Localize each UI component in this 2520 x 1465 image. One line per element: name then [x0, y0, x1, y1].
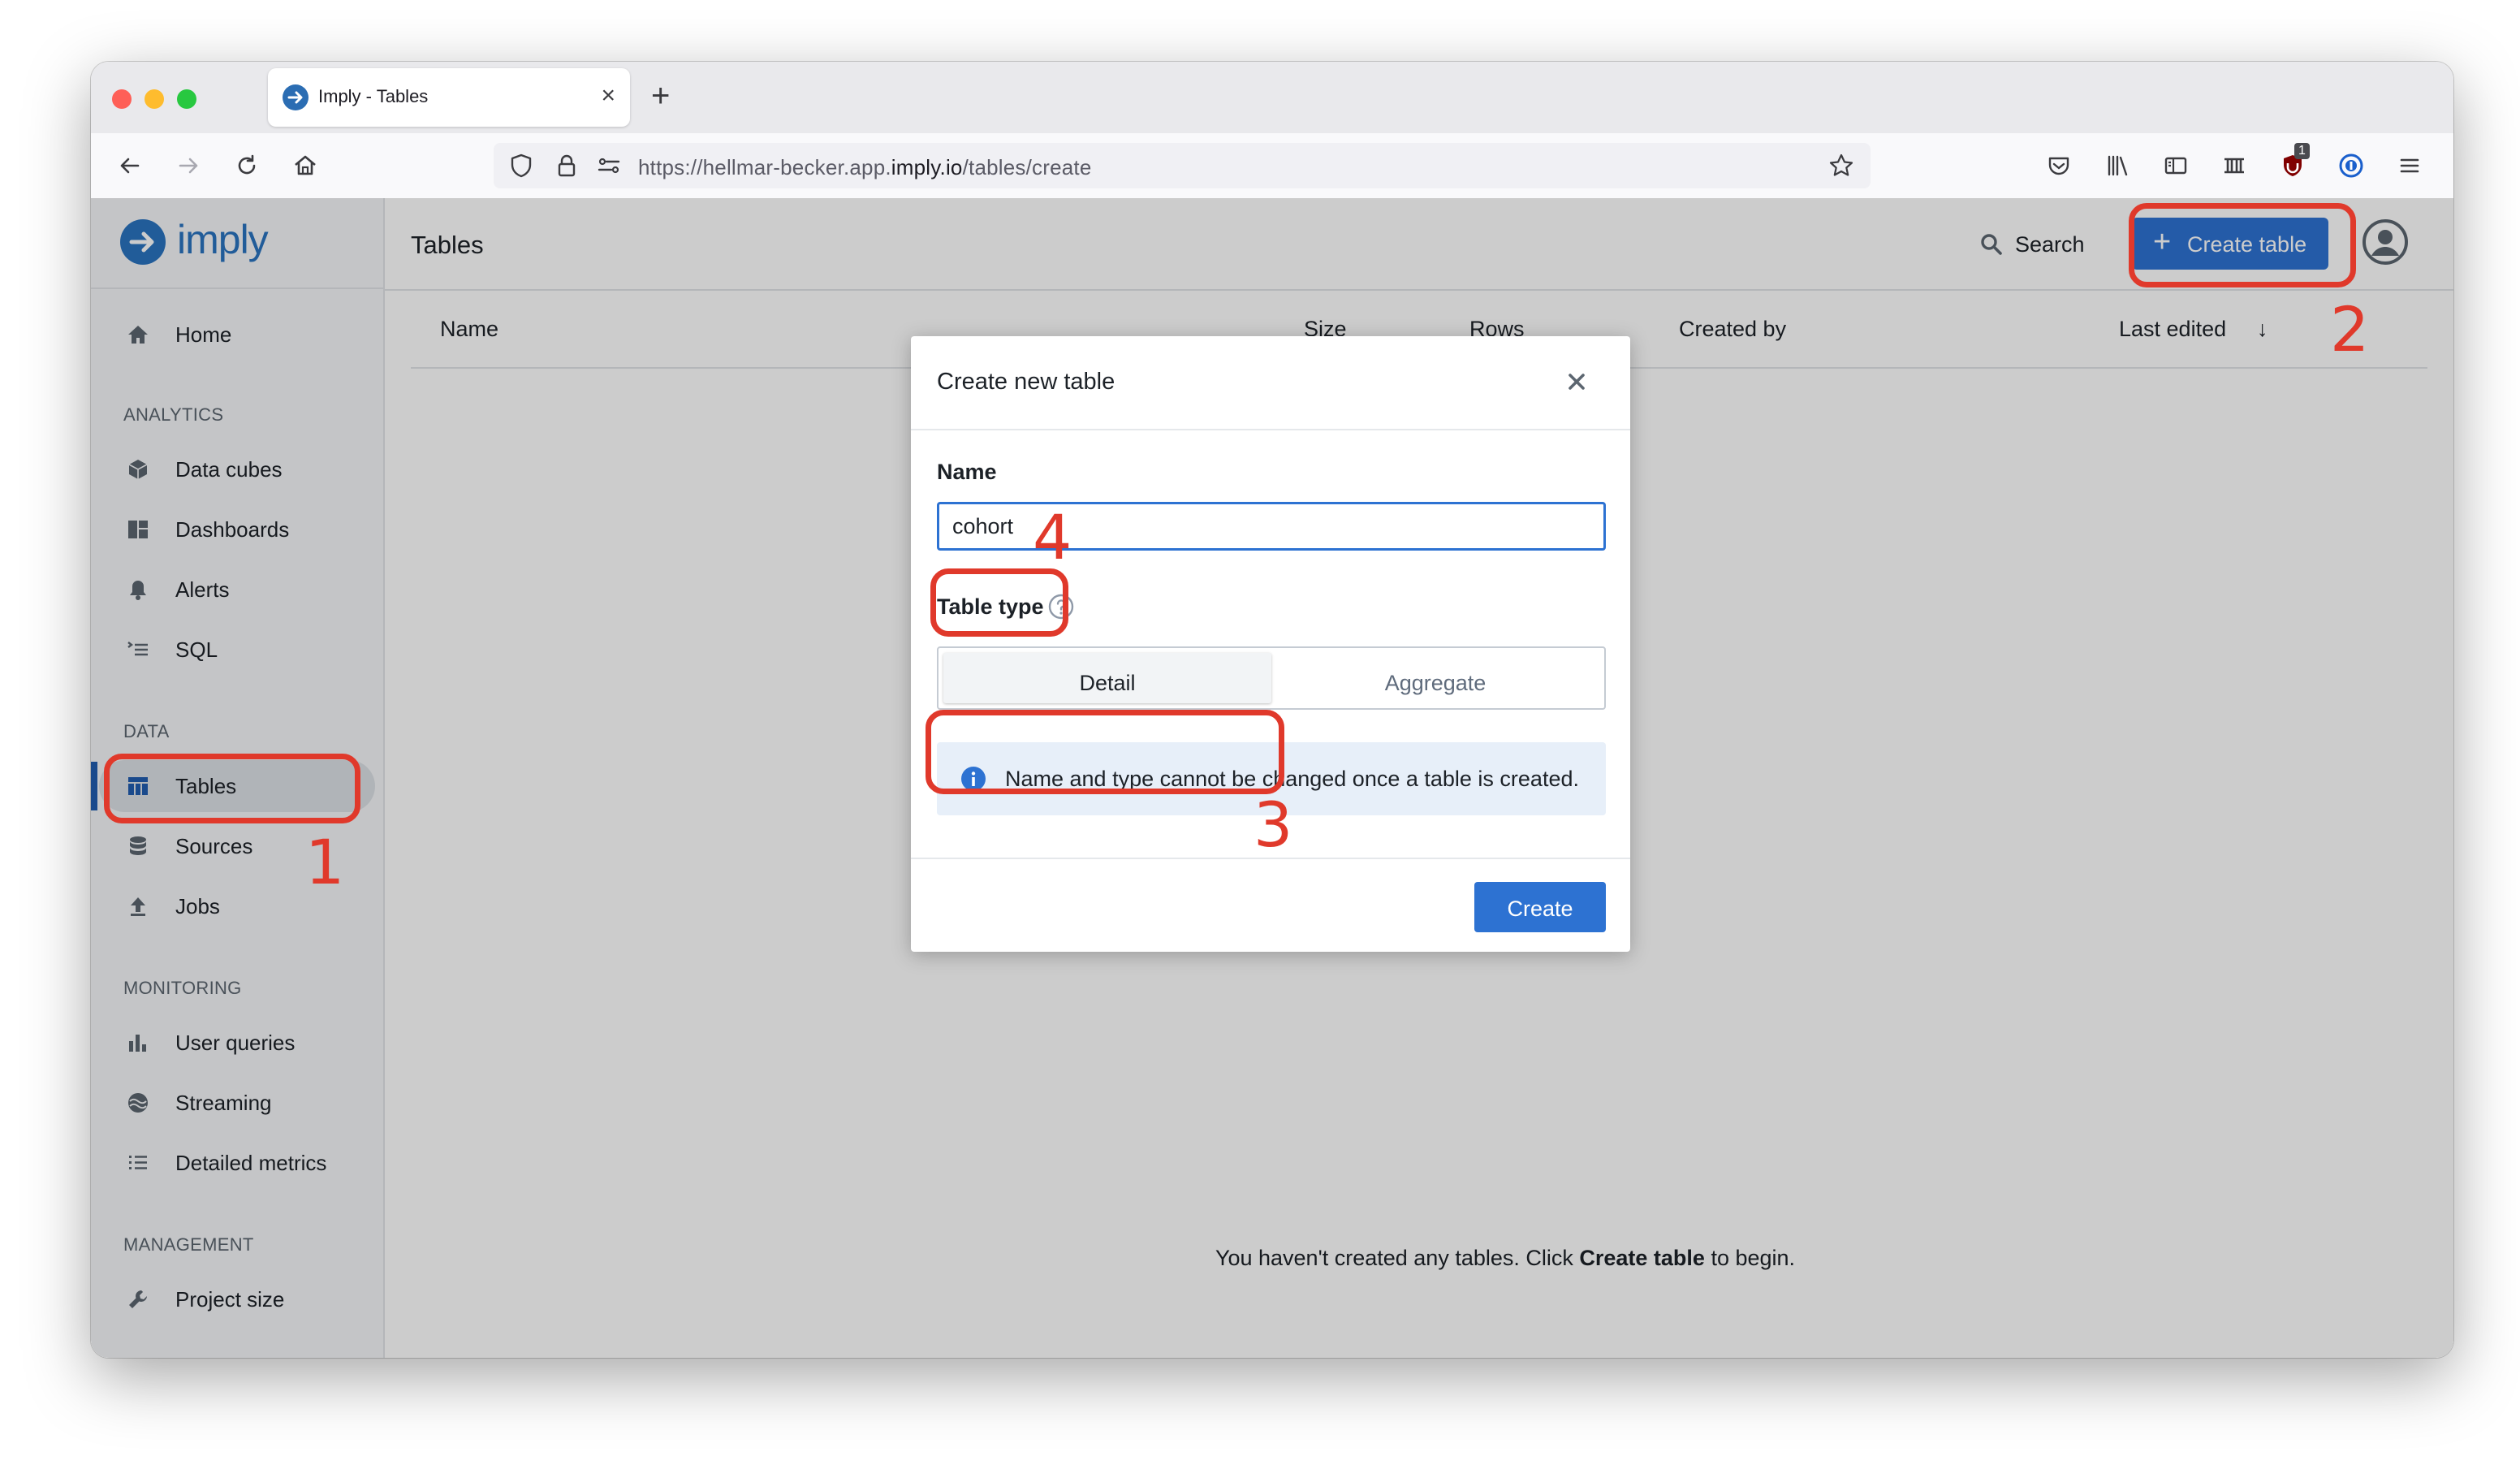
annotation-number-3: 3 — [1254, 789, 1293, 861]
annotation-box-name-input — [930, 568, 1068, 637]
home-icon[interactable] — [289, 149, 321, 182]
permissions-icon[interactable] — [593, 149, 625, 182]
forward-arrow-icon[interactable] — [172, 149, 205, 182]
lock-icon[interactable] — [550, 149, 583, 182]
browser-tab-bar: Imply - Tables × + — [91, 62, 2453, 133]
dialog-header: Create new table — [911, 336, 1630, 430]
name-field-label: Name — [937, 460, 997, 484]
hamburger-menu-icon[interactable] — [2393, 149, 2426, 182]
minimize-window-button[interactable] — [145, 89, 164, 109]
dialog-title: Create new table — [937, 369, 1115, 395]
extension-badge: 1 — [2294, 143, 2310, 159]
browser-toolbar: https://hellmar-becker.app.imply.io/tabl… — [91, 133, 2453, 199]
new-tab-icon[interactable]: + — [651, 76, 670, 115]
table-type-aggregate-option[interactable]: Aggregate — [1271, 653, 1599, 703]
annotation-number-1: 1 — [305, 826, 345, 898]
extension-grid-icon[interactable] — [2218, 149, 2250, 182]
create-button[interactable]: Create — [1474, 882, 1606, 932]
reload-icon[interactable] — [231, 149, 263, 182]
close-icon[interactable] — [1559, 364, 1594, 400]
table-type-segmented-control: Detail Aggregate — [937, 646, 1606, 710]
close-tab-icon[interactable]: × — [601, 81, 615, 110]
imply-favicon-icon — [283, 84, 309, 110]
annotation-box-detail-type — [926, 710, 1284, 794]
url-path: /tables/create — [962, 155, 1092, 179]
annotation-number-2: 2 — [2330, 293, 2370, 365]
url-host: imply.io — [891, 155, 963, 179]
table-type-detail-option[interactable]: Detail — [943, 653, 1271, 703]
back-arrow-icon[interactable] — [114, 149, 146, 182]
aggregate-option-label: Aggregate — [1384, 671, 1487, 695]
detail-option-label: Detail — [1079, 671, 1136, 695]
zoom-window-button[interactable] — [177, 89, 196, 109]
tracking-shield-icon[interactable] — [505, 149, 537, 182]
annotation-number-4: 4 — [1033, 501, 1072, 573]
password-manager-icon[interactable] — [2335, 149, 2367, 182]
address-bar[interactable]: https://hellmar-becker.app.imply.io/tabl… — [494, 143, 1871, 188]
annotation-box-create-table — [2129, 203, 2356, 287]
browser-tab-imply-tables[interactable]: Imply - Tables × — [268, 68, 630, 127]
sidebar-toggle-icon[interactable] — [2160, 149, 2192, 182]
url-text: https://hellmar-becker.app.imply.io/tabl… — [638, 155, 1091, 180]
tab-title: Imply - Tables — [318, 86, 429, 106]
bookmark-star-icon[interactable] — [1825, 149, 1858, 182]
url-prefix: https://hellmar-becker.app. — [638, 155, 891, 179]
ublock-extension-icon[interactable]: 1 — [2276, 143, 2310, 182]
annotation-box-tables — [104, 754, 360, 823]
browser-window: Imply - Tables × + https://hellmar-becke… — [91, 62, 2453, 1358]
pocket-icon[interactable] — [2043, 149, 2075, 182]
library-icon[interactable] — [2101, 149, 2134, 182]
create-button-label: Create — [1507, 897, 1573, 921]
close-window-button[interactable] — [112, 89, 132, 109]
